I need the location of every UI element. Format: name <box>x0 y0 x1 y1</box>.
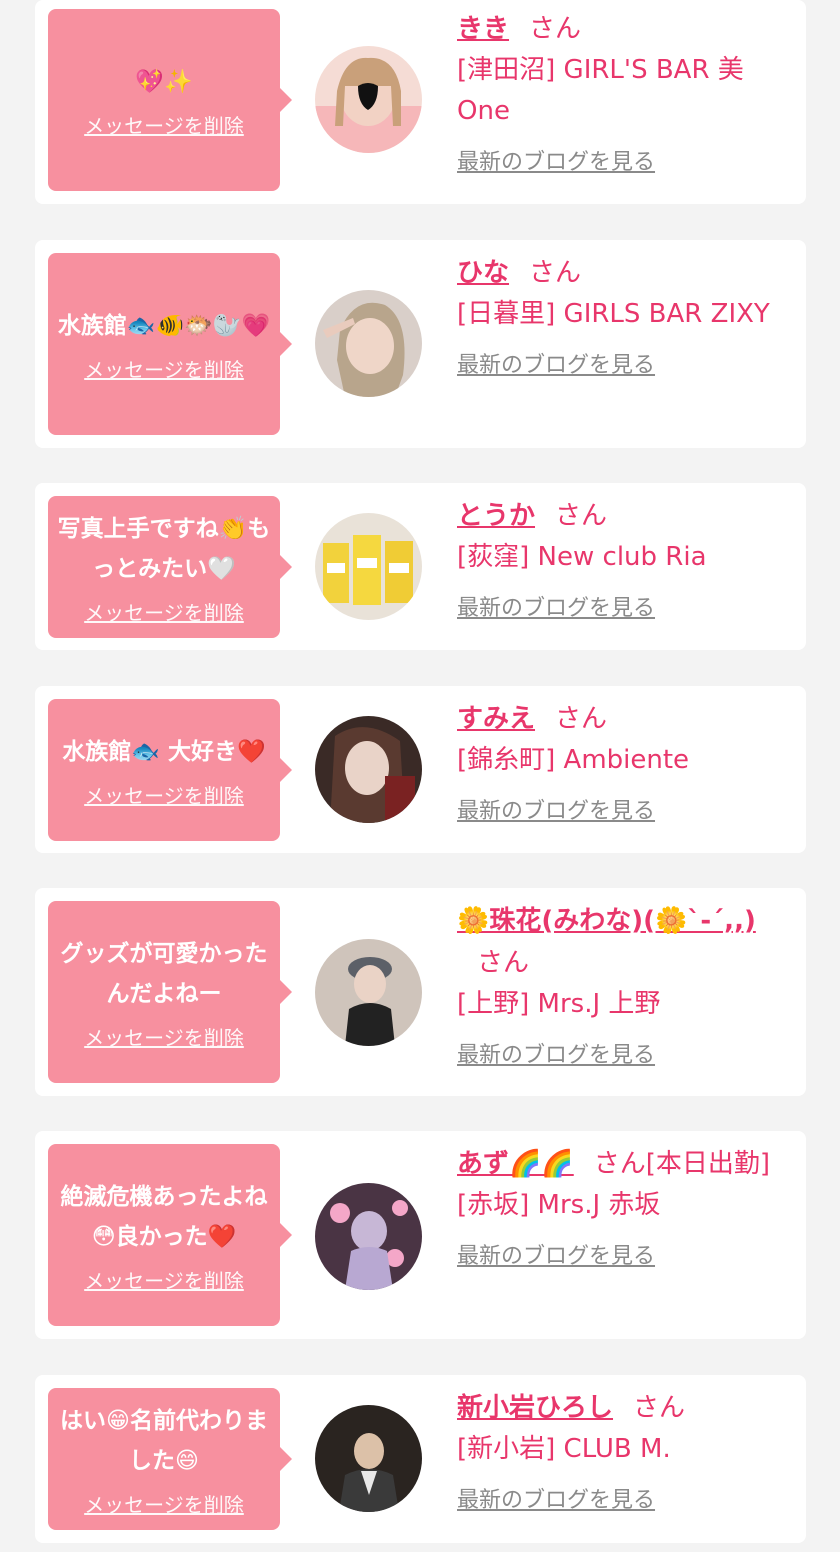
honorific: さん <box>529 258 582 288</box>
latest-blog-link[interactable]: 最新のブログを見る <box>457 1037 655 1069</box>
cast-name-link[interactable]: あず🌈🌈 <box>457 1149 574 1179</box>
message-bubble: 絶滅危機あったよね😳良かった❤️ メッセージを削除 <box>48 1144 292 1326</box>
latest-blog-link[interactable]: 最新のブログを見る <box>457 1482 655 1514</box>
message-text: 💖✨ <box>135 68 193 95</box>
shop-name: [錦糸町] Ambiente <box>457 745 690 775</box>
cast-info: 新小岩ひろし さん [新小岩] CLUB M. 最新のブログを見る <box>457 1387 787 1514</box>
honorific: さん <box>555 501 608 531</box>
cast-name-link[interactable]: きき <box>457 14 509 44</box>
cast-info: すみえ さん [錦糸町] Ambiente 最新のブログを見る <box>457 698 787 825</box>
message-text: 水族館🐟 大好き❤️ <box>62 738 266 765</box>
message-card: はい😁名前代わりました😄 メッセージを削除 新小岩ひろし さん [新小岩] CLU… <box>35 1375 806 1543</box>
message-card: 絶滅危機あったよね😳良かった❤️ メッセージを削除 あず🌈🌈 さん[本日出勤] [… <box>35 1131 806 1339</box>
cast-info: ひな さん [日暮里] GIRLS BAR ZIXY 最新のブログを見る <box>457 252 787 379</box>
avatar[interactable] <box>315 1183 422 1290</box>
honorific: さん <box>529 14 582 44</box>
cast-name-link[interactable]: とうか <box>457 501 535 531</box>
shop-name: [赤坂] Mrs.J 赤坂 <box>457 1190 661 1220</box>
delete-message-link[interactable]: メッセージを削除 <box>84 1489 244 1518</box>
honorific: さん[本日出勤] <box>593 1149 771 1179</box>
latest-blog-link[interactable]: 最新のブログを見る <box>457 793 655 825</box>
message-bubble: はい😁名前代わりました😄 メッセージを削除 <box>48 1388 292 1530</box>
delete-message-link[interactable]: メッセージを削除 <box>84 354 244 383</box>
honorific: さん <box>555 704 608 734</box>
message-text: 写真上手ですね👏もっとみたい🤍 <box>57 515 271 582</box>
avatar[interactable] <box>315 939 422 1046</box>
avatar[interactable] <box>315 716 422 823</box>
shop-name: [日暮里] GIRLS BAR ZIXY <box>457 299 770 329</box>
latest-blog-link[interactable]: 最新のブログを見る <box>457 590 655 622</box>
cast-info: きき さん [津田沼] GIRL'S BAR 美One 最新のブログを見る <box>457 8 787 176</box>
cast-info: とうか さん [荻窪] New club Ria 最新のブログを見る <box>457 495 787 622</box>
cast-name-link[interactable]: すみえ <box>457 704 535 734</box>
delete-message-link[interactable]: メッセージを削除 <box>84 1022 244 1051</box>
message-card: 写真上手ですね👏もっとみたい🤍 メッセージを削除 とうか さん [荻窪] New … <box>35 483 806 650</box>
message-text: はい😁名前代わりました😄 <box>60 1407 268 1474</box>
shop-name: [荻窪] New club Ria <box>457 542 707 572</box>
latest-blog-link[interactable]: 最新のブログを見る <box>457 1238 655 1270</box>
message-card: 水族館🐟 大好き❤️ メッセージを削除 すみえ さん [錦糸町] Ambiente… <box>35 686 806 853</box>
delete-message-link[interactable]: メッセージを削除 <box>84 1265 244 1294</box>
message-text: 水族館🐟🐠🐡🦭💗 <box>57 312 271 339</box>
avatar[interactable] <box>315 513 422 620</box>
cast-name-link[interactable]: 🌼珠花(みわな)(🌼ˋ-ˊ,,) <box>457 906 756 936</box>
honorific: さん <box>477 948 530 978</box>
latest-blog-link[interactable]: 最新のブログを見る <box>457 144 655 176</box>
avatar[interactable] <box>315 1405 422 1512</box>
avatar[interactable] <box>315 46 422 153</box>
message-text: 絶滅危機あったよね😳良かった❤️ <box>60 1183 268 1250</box>
shop-name: [上野] Mrs.J 上野 <box>457 989 661 1019</box>
message-bubble: 写真上手ですね👏もっとみたい🤍 メッセージを削除 <box>48 496 292 638</box>
latest-blog-link[interactable]: 最新のブログを見る <box>457 347 655 379</box>
cast-info: 🌼珠花(みわな)(🌼ˋ-ˊ,,) さん [上野] Mrs.J 上野 最新のブログを… <box>457 900 787 1069</box>
message-bubble: 水族館🐟 大好き❤️ メッセージを削除 <box>48 699 292 841</box>
message-bubble: グッズが可愛かったんだよねー メッセージを削除 <box>48 901 292 1083</box>
delete-message-link[interactable]: メッセージを削除 <box>84 597 244 626</box>
message-bubble: 💖✨ メッセージを削除 <box>48 9 292 191</box>
honorific: さん <box>633 1393 686 1423</box>
shop-name: [新小岩] CLUB M. <box>457 1434 671 1464</box>
shop-name: [津田沼] GIRL'S BAR 美One <box>457 55 744 126</box>
message-card: 💖✨ メッセージを削除 きき さん [津田沼] GIRL'S BAR 美One 最… <box>35 0 806 204</box>
message-text: グッズが可愛かったんだよねー <box>60 940 268 1007</box>
cast-info: あず🌈🌈 さん[本日出勤] [赤坂] Mrs.J 赤坂 最新のブログを見る <box>457 1143 787 1270</box>
cast-name-link[interactable]: ひな <box>457 258 509 288</box>
cast-name-link[interactable]: 新小岩ひろし <box>457 1393 613 1423</box>
message-bubble: 水族館🐟🐠🐡🦭💗 メッセージを削除 <box>48 253 292 435</box>
delete-message-link[interactable]: メッセージを削除 <box>84 110 244 139</box>
avatar[interactable] <box>315 290 422 397</box>
message-card: グッズが可愛かったんだよねー メッセージを削除 🌼珠花(みわな)(🌼ˋ-ˊ,,)… <box>35 888 806 1096</box>
delete-message-link[interactable]: メッセージを削除 <box>84 780 244 809</box>
message-card: 水族館🐟🐠🐡🦭💗 メッセージを削除 ひな さん [日暮里] GIRLS BAR Z… <box>35 240 806 448</box>
